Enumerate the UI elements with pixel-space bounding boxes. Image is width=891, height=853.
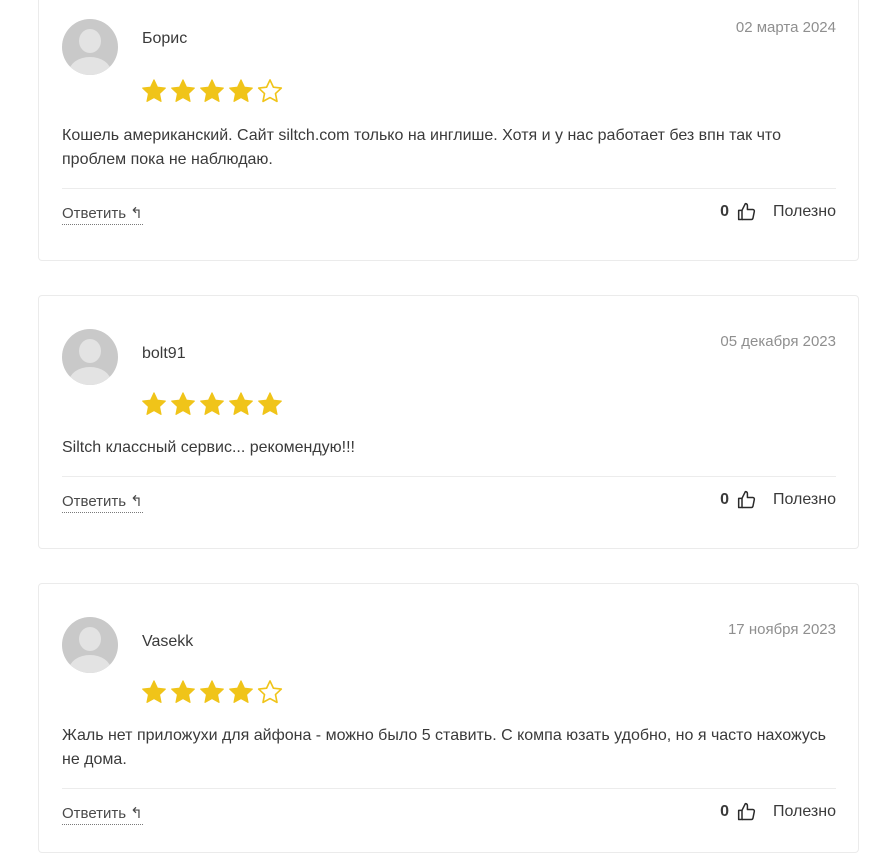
star-filled-icon [200,79,224,102]
star-filled-icon [142,392,166,415]
star-empty-icon [257,680,283,704]
star-filled-icon [229,680,253,703]
thumbs-up-icon[interactable] [737,490,757,510]
review-date: 05 декабря 2023 [720,333,836,350]
star-filled-icon [142,79,166,102]
reply-link[interactable]: Ответить ↰ [62,204,143,225]
divider [62,788,836,789]
review-date: 17 ноября 2023 [727,621,836,638]
review-text: Siltch классный сервис... рекомендую!!! [62,439,355,456]
helpful-group: 0 Полезно [720,490,836,510]
review-author: bolt91 [142,345,186,362]
thumbs-up-icon[interactable] [737,202,757,222]
helpful-button[interactable]: Полезно [773,803,836,821]
star-filled-icon [200,680,224,703]
reply-label: Ответить [62,804,127,822]
rating-stars [140,77,284,105]
star-filled-icon [171,680,195,703]
star-filled-icon [258,392,282,415]
rating-stars [140,390,284,418]
reply-link[interactable]: Ответить ↰ [62,804,143,825]
helpful-button[interactable]: Полезно [773,203,836,221]
review-text: Жаль нет приложухи для айфона - можно бы… [62,727,826,768]
star-filled-icon [200,392,224,415]
rating-stars [140,678,284,706]
helpful-count: 0 [720,803,729,820]
review-author: Vasekk [142,633,194,650]
review-card: Vasekk 17 ноября 2023 Жаль нет приложухи… [38,583,859,853]
helpful-button[interactable]: Полезно [773,491,836,509]
helpful-count: 0 [720,203,729,220]
avatar [62,19,118,75]
divider [62,188,836,189]
avatar [62,617,118,673]
reply-arrow-icon: ↰ [130,493,143,510]
star-filled-icon [171,392,195,415]
star-empty-icon [257,79,283,103]
review-date: 02 марта 2024 [735,19,836,36]
star-filled-icon [229,392,253,415]
review-card: bolt91 05 декабря 2023 Siltch классный с… [38,295,859,549]
review-author: Борис [142,30,188,47]
reply-arrow-icon: ↰ [130,805,143,822]
reply-link[interactable]: Ответить ↰ [62,492,143,513]
review-text: Кошель американский. Сайт siltch.com тол… [62,127,781,168]
helpful-group: 0 Полезно [720,202,836,222]
star-filled-icon [171,79,195,102]
review-card: Борис 02 марта 2024 Кошель американский.… [38,0,859,261]
reply-label: Ответить [62,204,127,222]
avatar [62,329,118,385]
star-filled-icon [229,79,253,102]
divider [62,476,836,477]
helpful-count: 0 [720,491,729,508]
reply-label: Ответить [62,492,127,510]
helpful-group: 0 Полезно [720,802,836,822]
star-filled-icon [142,680,166,703]
thumbs-up-icon[interactable] [737,802,757,822]
reply-arrow-icon: ↰ [130,205,143,222]
